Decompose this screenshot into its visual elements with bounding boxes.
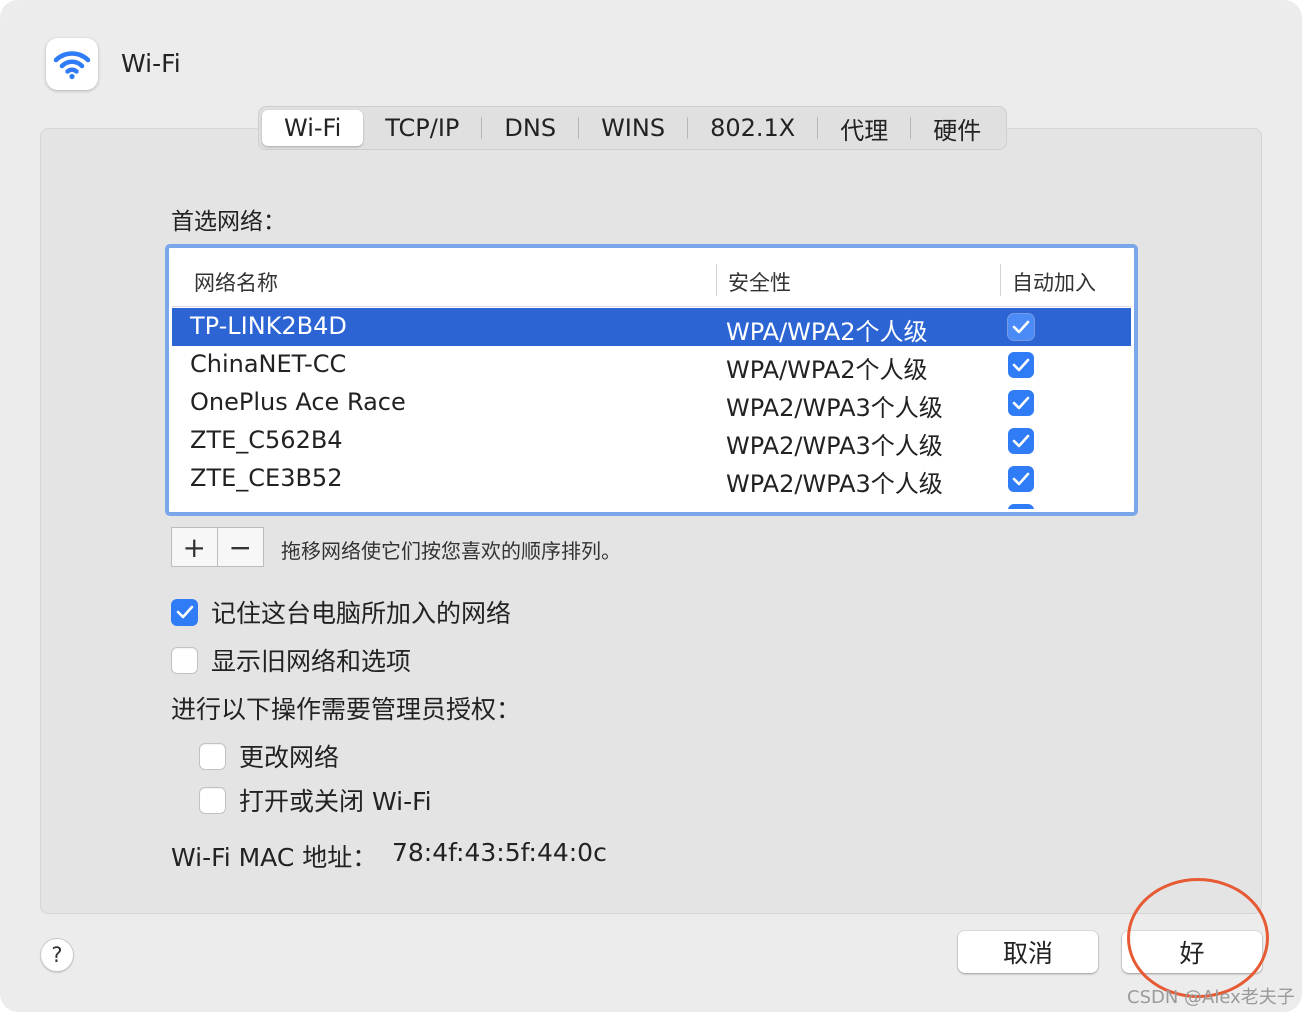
tab-wifi[interactable]: Wi-Fi	[262, 110, 364, 146]
mac-address-label: Wi-Fi MAC 地址：	[171, 843, 378, 872]
network-security: WPA/WPA2个人级	[726, 356, 928, 384]
table-row[interactable]: ZTE_C562B4 WPA2/WPA3个人级	[172, 422, 1131, 460]
toggle-wifi-option[interactable]: 打开或关闭 Wi-Fi	[199, 782, 432, 818]
network-security: WPA2/WPA3个人级	[726, 394, 943, 422]
watermark: CSDN @Alex老夫子	[1127, 987, 1295, 1008]
table-row[interactable]: TP-LINK2B4D WPA/WPA2个人级	[172, 308, 1131, 346]
column-divider	[1000, 264, 1001, 296]
toggle-wifi-checkbox[interactable]	[199, 786, 226, 814]
toggle-wifi-label: 打开或关闭 Wi-Fi	[239, 787, 432, 816]
auto-join-checkbox[interactable]	[1008, 390, 1034, 416]
auto-join-checkbox[interactable]	[1008, 504, 1034, 509]
remember-networks-label: 记住这台电脑所加入的网络	[211, 599, 512, 628]
table-header: 网络名称 安全性 自动加入	[172, 251, 1131, 307]
network-security: WPA/WPA2个人级	[726, 318, 928, 346]
table-row-partial[interactable]	[172, 498, 1131, 509]
reorder-hint: 拖移网络使它们按您喜欢的顺序排列。	[281, 539, 621, 563]
preferred-networks-label: 首选网络：	[171, 209, 286, 235]
tab-hardware[interactable]: 硬件	[911, 110, 1003, 146]
wifi-settings-window: Wi-Fi Wi-Fi TCP/IP DNS WINS 802.1X 代理 硬件…	[0, 0, 1302, 1012]
tab-8021x[interactable]: 802.1X	[688, 110, 817, 146]
table-row[interactable]: ZTE_CE3B52 WPA2/WPA3个人级	[172, 460, 1131, 498]
column-header-security[interactable]: 安全性	[728, 267, 791, 297]
column-header-name[interactable]: 网络名称	[194, 267, 278, 297]
show-legacy-option[interactable]: 显示旧网络和选项	[171, 642, 411, 678]
column-divider	[716, 264, 717, 296]
admin-auth-label: 进行以下操作需要管理员授权：	[171, 695, 522, 724]
tab-proxy[interactable]: 代理	[818, 110, 910, 146]
help-button[interactable]: ?	[40, 938, 74, 972]
network-name: ZTE_C562B4	[190, 426, 343, 454]
auto-join-checkbox[interactable]	[1008, 314, 1034, 340]
show-legacy-label: 显示旧网络和选项	[211, 647, 412, 676]
column-header-auto-join[interactable]: 自动加入	[1012, 267, 1096, 297]
window-title: Wi-Fi	[121, 49, 181, 78]
network-name: TP-LINK2B4D	[190, 312, 347, 340]
remember-networks-checkbox[interactable]	[171, 598, 198, 626]
mac-address-value: 78:4f:43:5f:44:0c	[392, 838, 607, 867]
network-security: WPA2/WPA3个人级	[726, 470, 943, 498]
wifi-icon	[46, 38, 98, 90]
change-networks-label: 更改网络	[239, 743, 340, 772]
remember-networks-option[interactable]: 记住这台电脑所加入的网络	[171, 594, 511, 630]
ok-button[interactable]: 好	[1122, 931, 1262, 973]
cancel-button[interactable]: 取消	[958, 931, 1098, 973]
network-name: ChinaNET-CC	[190, 350, 347, 378]
add-remove-control: + −	[171, 527, 264, 567]
change-networks-option[interactable]: 更改网络	[199, 738, 339, 774]
table-row[interactable]: ChinaNET-CC WPA/WPA2个人级	[172, 346, 1131, 384]
tab-wins[interactable]: WINS	[579, 110, 687, 146]
show-legacy-checkbox[interactable]	[171, 646, 198, 674]
preferred-networks-table[interactable]: 网络名称 安全性 自动加入 TP-LINK2B4D WPA/WPA2个人级 Ch…	[165, 244, 1138, 516]
tab-dns[interactable]: DNS	[482, 110, 578, 146]
change-networks-checkbox[interactable]	[199, 742, 226, 770]
tab-tcpip[interactable]: TCP/IP	[363, 110, 481, 146]
auto-join-checkbox[interactable]	[1008, 466, 1034, 492]
network-security: WPA2/WPA3个人级	[726, 432, 943, 460]
network-name: ZTE_CE3B52	[190, 464, 343, 492]
auto-join-checkbox[interactable]	[1008, 352, 1034, 378]
remove-network-button[interactable]: −	[218, 528, 264, 566]
table-row[interactable]: OnePlus Ace Race WPA2/WPA3个人级	[172, 384, 1131, 422]
tab-bar: Wi-Fi TCP/IP DNS WINS 802.1X 代理 硬件	[258, 106, 1008, 150]
auto-join-checkbox[interactable]	[1008, 428, 1034, 454]
add-network-button[interactable]: +	[172, 528, 218, 566]
network-name: OnePlus Ace Race	[190, 388, 406, 416]
